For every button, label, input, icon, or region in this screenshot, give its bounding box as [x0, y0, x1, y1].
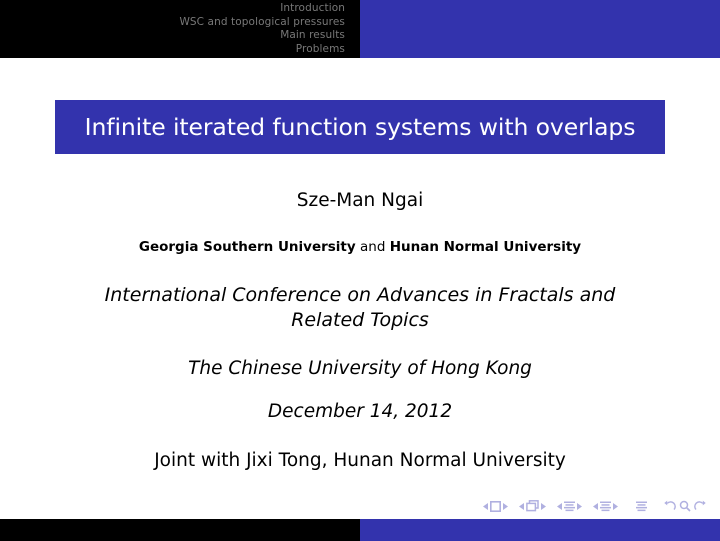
prev-subsection-icon[interactable] [557, 502, 562, 510]
magnifier-icon[interactable] [679, 500, 691, 512]
next-frame-icon[interactable] [541, 502, 546, 510]
prev-slide-icon[interactable] [483, 502, 488, 510]
title-box: Infinite iterated function systems with … [55, 100, 665, 154]
author-name: Sze-Man Ngai [296, 190, 424, 211]
prev-section-icon[interactable] [593, 502, 598, 510]
conference-name: International Conference on Advances in … [104, 284, 616, 331]
footline-left-bar [0, 519, 360, 541]
joint-work-line: Joint with Jixi Tong, Hunan Normal Unive… [154, 450, 566, 471]
square-icon[interactable] [490, 500, 501, 512]
institute-conjunction: and [355, 239, 390, 255]
presentation-title: Infinite iterated function systems with … [84, 113, 636, 141]
slide-footline [0, 519, 720, 541]
venue-name: The Chinese University of Hong Kong [188, 358, 532, 379]
institute-line: Georgia Southern University and Hunan No… [0, 239, 720, 255]
presentation-date: December 14, 2012 [267, 401, 453, 422]
navsym-group-frame [517, 500, 548, 512]
navsym-group-subsection [555, 501, 584, 512]
next-subsection-icon[interactable] [577, 502, 582, 510]
subsection-lines-icon[interactable] [564, 501, 575, 512]
nav-item-problems[interactable]: Problems [296, 43, 345, 57]
forward-arrow-icon[interactable] [694, 500, 706, 512]
next-section-icon[interactable] [613, 502, 618, 510]
navsym-group-presentation [636, 501, 647, 512]
footline-right-bar [360, 519, 720, 541]
headline-accent-bar [360, 0, 720, 58]
prev-frame-icon[interactable] [519, 502, 524, 510]
slide-headline: Introduction WSC and topological pressur… [0, 0, 720, 58]
headline-nav-list: Introduction WSC and topological pressur… [0, 0, 360, 58]
nav-item-introduction[interactable]: Introduction [280, 2, 345, 16]
beamer-navigation-symbols [481, 499, 706, 513]
back-arrow-icon[interactable] [664, 500, 676, 512]
institute-primary: Georgia Southern University [138, 239, 356, 255]
title-slide-content: Sze-Man Ngai Georgia Southern University… [0, 178, 720, 471]
nav-item-main-results[interactable]: Main results [280, 29, 345, 43]
next-slide-icon[interactable] [503, 502, 508, 510]
stacked-squares-icon[interactable] [526, 500, 539, 512]
document-lines-icon[interactable] [636, 501, 647, 512]
section-lines-icon[interactable] [600, 501, 611, 512]
navsym-group-slide [481, 500, 510, 512]
navsym-group-doc-controls [664, 500, 706, 512]
navsym-group-section [591, 501, 620, 512]
nav-item-wsc-and-topological-pressures[interactable]: WSC and topological pressures [179, 16, 345, 30]
institute-secondary: Hunan Normal University [389, 239, 582, 255]
